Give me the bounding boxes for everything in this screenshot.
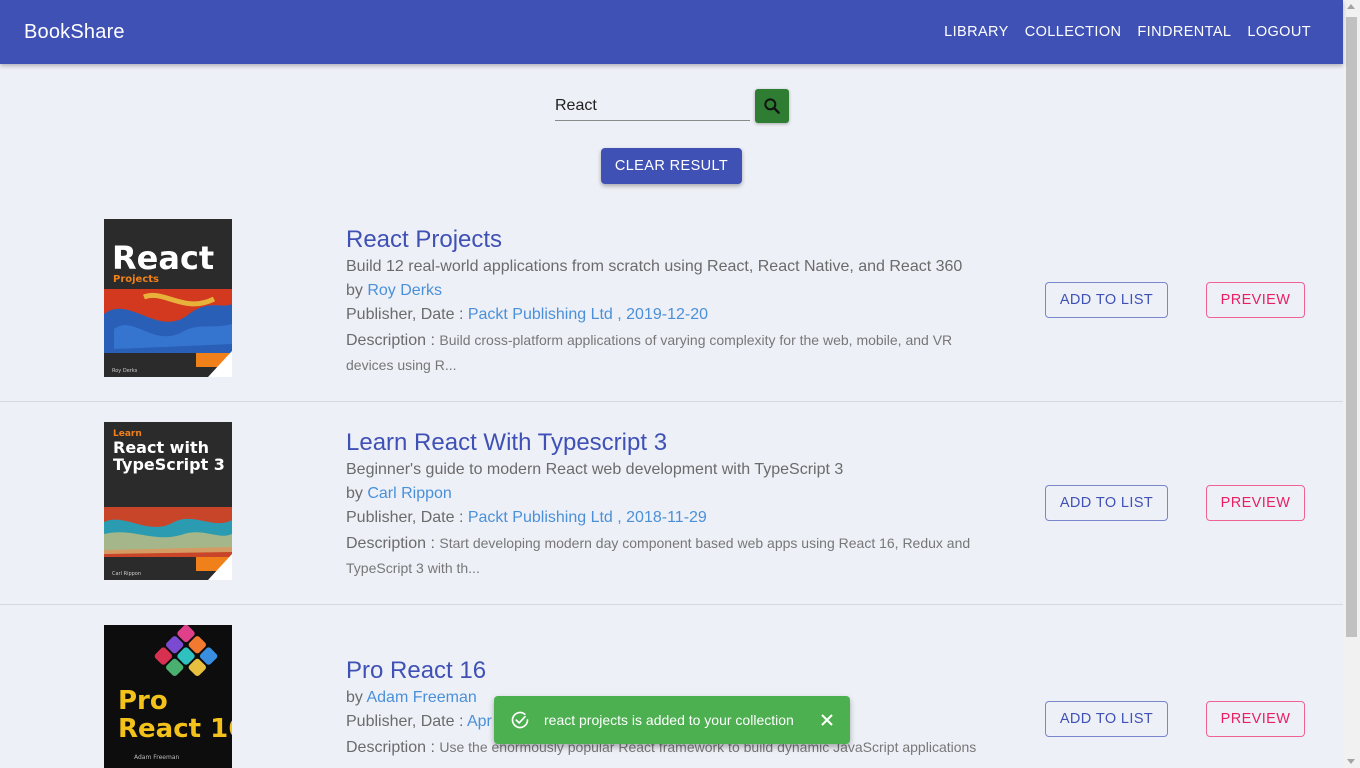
by-label: by	[346, 485, 368, 502]
success-snackbar: react projects is added to your collecti…	[494, 696, 850, 744]
book-cover-image[interactable]: Learn React with TypeScript 3 Carl Rippo…	[104, 422, 232, 580]
book-author-line: by Carl Rippon	[346, 485, 452, 503]
by-label: by	[346, 282, 368, 299]
cover-title-line2-text: TypeScript 3	[113, 455, 225, 474]
close-icon	[821, 714, 833, 726]
book-publisher-line: Publisher, Date : Packt Publishing Ltd ,…	[346, 306, 708, 324]
author-link[interactable]: Adam Freeman	[366, 689, 476, 706]
cover-author-text: Roy Derks	[112, 368, 138, 374]
publisher-date-value: Packt Publishing Ltd , 2019-12-20	[467, 306, 708, 323]
book-title[interactable]: React Projects	[346, 226, 502, 254]
publisher-date-label: Publisher, Date :	[346, 713, 467, 730]
book-publisher-line: Publisher, Date : Packt Publishing Ltd ,…	[346, 509, 707, 527]
book-description: Description : Start developing modern da…	[346, 531, 996, 581]
description-label: Description :	[346, 332, 440, 349]
publisher-date-value: Packt Publishing Ltd , 2018-11-29	[467, 509, 707, 526]
book-publisher-line: Publisher, Date : Apr	[346, 713, 492, 731]
book-author-line: by Roy Derks	[346, 282, 442, 300]
app-bar: BookShare LIBRARY COLLECTION FINDRENTAL …	[0, 0, 1343, 64]
nav-library[interactable]: LIBRARY	[944, 24, 1009, 40]
clear-result-button[interactable]: CLEAR RESULT	[601, 148, 742, 184]
scroll-down-arrow-icon[interactable]	[1347, 759, 1355, 764]
nav-findrental[interactable]: FINDRENTAL	[1137, 24, 1231, 40]
nav-logout[interactable]: LOGOUT	[1247, 24, 1311, 40]
description-text: Start developing modern day component ba…	[346, 535, 971, 576]
author-link[interactable]: Roy Derks	[367, 282, 442, 299]
book-title[interactable]: Learn React With Typescript 3	[346, 429, 667, 457]
row-divider	[0, 401, 1343, 402]
close-snackbar-button[interactable]	[820, 713, 834, 727]
description-label: Description :	[346, 535, 440, 552]
publisher-date-label: Publisher, Date :	[346, 509, 468, 526]
search-input[interactable]	[555, 88, 750, 121]
nav-collection[interactable]: COLLECTION	[1025, 24, 1122, 40]
add-to-list-button[interactable]: ADD TO LIST	[1045, 485, 1168, 521]
book-subtitle: Build 12 real-world applications from sc…	[346, 258, 963, 275]
cover-subtitle-text: Projects	[113, 274, 159, 285]
brand-title[interactable]: BookShare	[24, 21, 125, 44]
scrollbar-thumb[interactable]	[1346, 17, 1357, 637]
nav-menu: LIBRARY COLLECTION FINDRENTAL LOGOUT	[944, 24, 1311, 40]
cover-title-text: Pro	[118, 686, 168, 716]
preview-button[interactable]: PREVIEW	[1206, 485, 1305, 521]
scroll-up-arrow-icon[interactable]	[1347, 4, 1355, 9]
check-circle-icon	[511, 711, 529, 729]
book-cover-image[interactable]: React Projects Roy Derks	[104, 219, 232, 377]
publisher-date-value: Apr	[466, 713, 492, 730]
row-divider	[0, 604, 1343, 605]
book-title[interactable]: Pro React 16	[346, 657, 486, 685]
cover-title-line2-text: React 16	[118, 714, 232, 744]
preview-button[interactable]: PREVIEW	[1206, 282, 1305, 318]
book-description: Description : Build cross-platform appli…	[346, 328, 996, 378]
cover-author-text: Carl Rippon	[112, 571, 141, 577]
snackbar-message: react projects is added to your collecti…	[544, 712, 794, 728]
description-label: Description :	[346, 739, 440, 756]
cover-title-text: React	[112, 239, 214, 277]
author-link[interactable]: Carl Rippon	[367, 485, 451, 502]
search-button[interactable]	[755, 89, 789, 123]
add-to-list-button[interactable]: ADD TO LIST	[1045, 282, 1168, 318]
add-to-list-button[interactable]: ADD TO LIST	[1045, 701, 1168, 737]
search-icon	[764, 98, 780, 114]
book-subtitle: Beginner's guide to modern React web dev…	[346, 461, 844, 478]
cover-author-text: Adam Freeman	[134, 754, 179, 761]
preview-button[interactable]: PREVIEW	[1206, 701, 1305, 737]
publisher-date-label: Publisher, Date :	[346, 306, 468, 323]
page-scrollbar[interactable]	[1343, 0, 1360, 768]
by-label: by	[346, 689, 367, 706]
book-author-line: by Adam Freeman	[346, 689, 477, 707]
book-cover-image[interactable]: Pro React 16 Adam Freeman	[104, 625, 232, 768]
